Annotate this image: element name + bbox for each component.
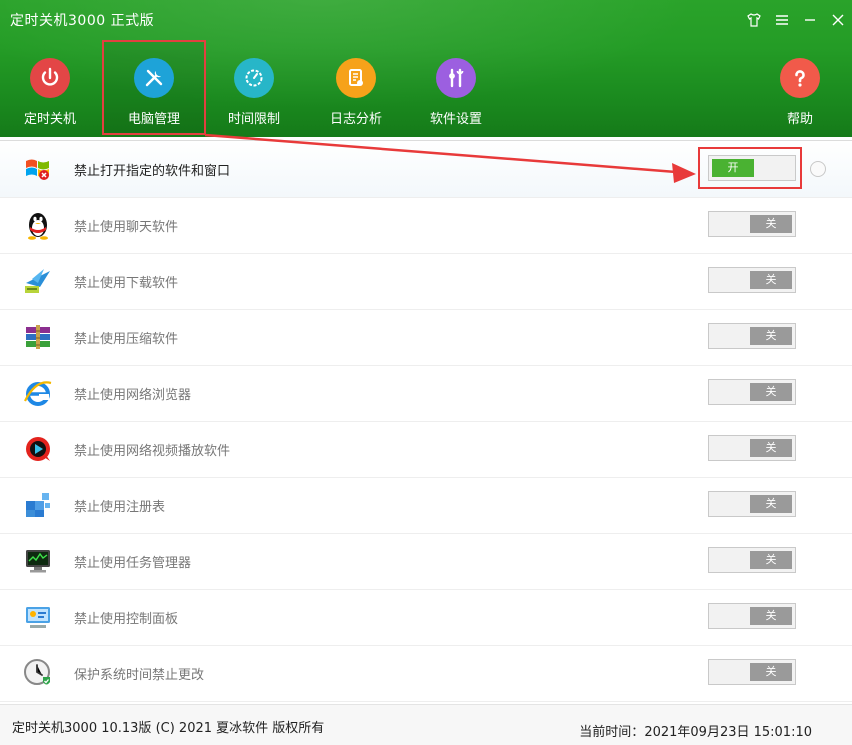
close-button[interactable] [824,0,852,40]
toggle-switch[interactable]: 关 [708,491,796,517]
nav-software-settings[interactable]: 软件设置 [406,40,506,135]
ie-browser-icon [22,377,54,409]
toggle-switch[interactable]: 关 [708,267,796,293]
list-item: 保护系统时间禁止更改 关 [0,645,852,702]
list-item-label: 禁止使用网络浏览器 [74,388,192,403]
nav-label: 日志分析 [329,112,382,127]
toggle-switch[interactable]: 关 [708,379,796,405]
title-bar: 定时关机3000 正式版 定时关机 电脑管理 时间限制 日志分析 软件设置 帮助 [0,0,852,137]
nav-time-limit[interactable]: 时间限制 [204,40,304,135]
download-bird-icon [22,265,54,297]
registry-cubes-icon [22,489,54,521]
toggle-state: 开 [712,159,754,177]
current-time-value: 2021年09月23日 15:01:10 [644,725,812,740]
feature-list: 禁止打开指定的软件和窗口 开 禁止使用聊天软件 关 禁止使用下载软件 关 禁止使… [0,140,852,705]
main-nav: 定时关机 电脑管理 时间限制 日志分析 软件设置 帮助 [0,40,852,137]
task-monitor-icon [22,545,54,577]
info-icon[interactable] [810,161,826,177]
timer-icon [234,58,274,98]
nav-label: 定时关机 [23,112,76,127]
list-item-label: 禁止使用控制面板 [74,612,179,627]
list-item: 禁止使用压缩软件 关 [0,309,852,366]
toggle-state: 关 [750,439,792,457]
nav-computer-management[interactable]: 电脑管理 [102,40,206,135]
list-item: 禁止使用下载软件 关 [0,253,852,310]
window-controls [740,0,852,40]
close-icon [832,14,844,26]
power-icon [30,58,70,98]
list-item-label: 禁止使用网络视频播放软件 [74,444,231,459]
list-item-label: 禁止打开指定的软件和窗口 [74,164,231,179]
list-item-label: 保护系统时间禁止更改 [74,668,205,683]
control-panel-icon [22,601,54,633]
current-time-label: 当前时间： [579,725,645,740]
nav-label: 时间限制 [227,112,280,127]
archive-books-icon [22,321,54,353]
toggle-state: 关 [750,215,792,233]
toggle-switch[interactable]: 关 [708,547,796,573]
toggle-state: 关 [750,383,792,401]
minimize-icon [805,19,815,21]
list-item: 禁止打开指定的软件和窗口 开 [0,141,852,198]
window-title: 定时关机3000 正式版 [10,13,155,29]
nav-help[interactable]: 帮助 [750,40,850,135]
list-item: 禁止使用网络视频播放软件 关 [0,421,852,478]
list-item-label: 禁止使用任务管理器 [74,556,192,571]
tshirt-icon [747,13,761,27]
nav-label: 电脑管理 [127,112,180,127]
toggle-switch[interactable]: 关 [708,603,796,629]
list-item: 禁止使用注册表 关 [0,477,852,534]
video-player-icon [22,433,54,465]
question-icon [780,58,820,98]
toggle-state: 关 [750,551,792,569]
list-item: 禁止使用聊天软件 关 [0,197,852,254]
toggle-state: 关 [750,607,792,625]
list-item-label: 禁止使用压缩软件 [74,332,179,347]
qq-penguin-icon [22,209,54,241]
log-document-icon [336,58,376,98]
toggle-state: 关 [750,271,792,289]
tools-icon [134,58,174,98]
nav-log-analysis[interactable]: 日志分析 [306,40,406,135]
skin-button[interactable] [740,0,768,40]
toggle-switch[interactable]: 关 [708,435,796,461]
toggle-switch[interactable]: 开 [708,155,796,181]
toggle-state: 关 [750,327,792,345]
app-window: 定时关机3000 正式版 定时关机 电脑管理 时间限制 日志分析 软件设置 帮助… [0,0,852,745]
wrench-settings-icon [436,58,476,98]
menu-button[interactable] [768,0,796,40]
toggle-switch[interactable]: 关 [708,323,796,349]
status-bar: 定时关机3000 10.13版 (C) 2021 夏冰软件 版权所有 当前时间：… [0,704,852,745]
windows-icon [22,153,54,185]
nav-label: 帮助 [786,112,813,127]
toggle-switch[interactable]: 关 [708,211,796,237]
nav-shutdown[interactable]: 定时关机 [0,40,100,135]
list-item: 禁止使用控制面板 关 [0,589,852,646]
toggle-switch[interactable]: 关 [708,659,796,685]
nav-label: 软件设置 [429,112,482,127]
list-item: 禁止使用网络浏览器 关 [0,365,852,422]
list-item-label: 禁止使用注册表 [74,500,166,515]
list-item-label: 禁止使用聊天软件 [74,220,179,235]
list-item: 禁止使用任务管理器 关 [0,533,852,590]
current-time: 当前时间：2021年09月23日 15:01:10 [579,721,812,740]
toggle-state: 关 [750,663,792,681]
copyright-text: 定时关机3000 10.13版 (C) 2021 夏冰软件 版权所有 [12,721,325,736]
clock-shield-icon [22,657,54,689]
minimize-button[interactable] [796,0,824,40]
toggle-state: 关 [750,495,792,513]
menu-icon [776,15,788,25]
list-item-label: 禁止使用下载软件 [74,276,179,291]
